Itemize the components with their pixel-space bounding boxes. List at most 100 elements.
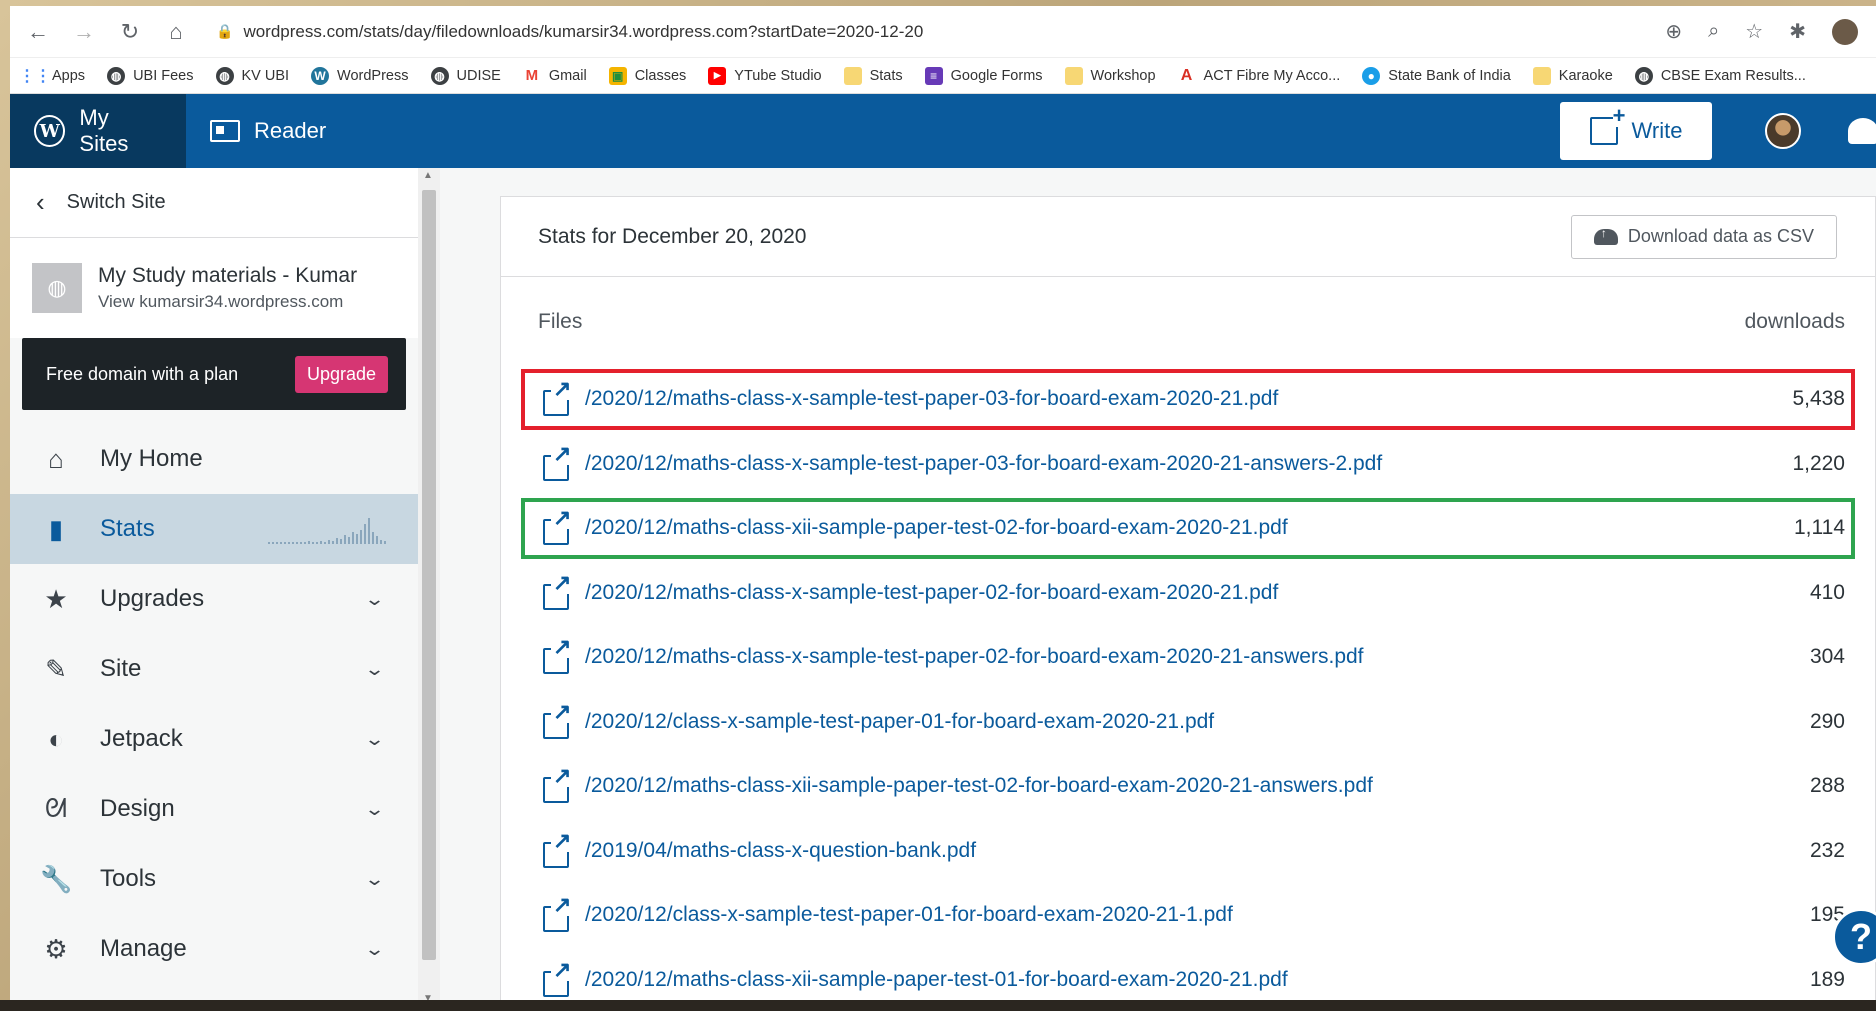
external-link-icon[interactable] bbox=[541, 765, 572, 804]
design-icon: ᘛ bbox=[44, 793, 68, 823]
chevron-down-icon[interactable]: ⌄ bbox=[364, 869, 385, 890]
sidebar-item-manage[interactable]: ⚙ Manage ⌄ bbox=[10, 914, 418, 984]
sidebar-item-stats[interactable]: ▮ Stats bbox=[10, 494, 418, 564]
my-sites-tab[interactable]: W My Sites bbox=[10, 94, 186, 168]
bookmark-item[interactable]: Stats bbox=[843, 66, 903, 85]
stats-sparkline bbox=[268, 510, 386, 544]
home-browser-icon[interactable]: ⌂ bbox=[162, 18, 190, 46]
sparkline-bar bbox=[360, 530, 362, 544]
zoom-icon[interactable]: ⌕ bbox=[1708, 20, 1719, 43]
download-count: 195 bbox=[1809, 903, 1845, 927]
bookmark-item[interactable]: W WordPress bbox=[311, 66, 409, 85]
classroom-icon: ▣ bbox=[608, 66, 627, 85]
sidebar-item-upgrades[interactable]: ★ Upgrades ⌄ bbox=[10, 564, 418, 634]
switch-site-link[interactable]: ‹ Switch Site bbox=[10, 168, 418, 238]
gear-icon: ⚙ bbox=[44, 933, 68, 964]
sparkline-bar bbox=[292, 542, 294, 544]
sidebar-item-label: Design bbox=[100, 795, 175, 822]
bookmark-item[interactable]: A ACT Fibre My Acco... bbox=[1178, 67, 1341, 85]
back-icon[interactable]: ← bbox=[24, 18, 52, 46]
file-link[interactable]: /2020/12/class-x-sample-test-paper-01-fo… bbox=[585, 710, 1751, 734]
file-link[interactable]: /2020/12/maths-class-x-sample-test-paper… bbox=[585, 581, 1751, 605]
sidebar: ‹ Switch Site ◍ My Study materials - Kum… bbox=[10, 168, 418, 1006]
file-link[interactable]: /2020/12/maths-class-x-sample-test-paper… bbox=[585, 452, 1751, 476]
scrollbar-thumb[interactable] bbox=[422, 190, 436, 960]
sidebar-item-design[interactable]: ᘛ Design ⌄ bbox=[10, 774, 418, 844]
external-link-icon[interactable] bbox=[541, 958, 572, 997]
external-link-icon[interactable] bbox=[541, 507, 572, 546]
table-row: /2020/12/class-x-sample-test-paper-01-fo… bbox=[519, 883, 1857, 948]
notifications-icon[interactable] bbox=[1848, 118, 1876, 144]
chevron-down-icon[interactable]: ⌄ bbox=[364, 939, 385, 960]
file-link[interactable]: /2020/12/maths-class-xii-sample-paper-te… bbox=[585, 516, 1751, 540]
write-button[interactable]: Write bbox=[1560, 102, 1712, 160]
url-field[interactable]: 🔒 wordpress.com/stats/day/filedownloads/… bbox=[208, 14, 1647, 50]
external-link-icon[interactable] bbox=[541, 378, 572, 417]
bookmark-item[interactable]: ≡ Google Forms bbox=[924, 66, 1043, 85]
external-link-icon[interactable] bbox=[541, 700, 572, 739]
file-link[interactable]: /2020/12/maths-class-xii-sample-paper-te… bbox=[585, 968, 1751, 992]
chevron-down-icon[interactable]: ⌄ bbox=[364, 659, 385, 680]
file-link[interactable]: /2020/12/maths-class-x-sample-test-paper… bbox=[585, 387, 1751, 411]
bookmark-item[interactable]: ● State Bank of India bbox=[1362, 66, 1511, 85]
site-card[interactable]: ◍ My Study materials - Kumar View kumars… bbox=[10, 238, 418, 338]
gmail-icon: M bbox=[525, 67, 539, 84]
sidebar-item-tools[interactable]: 🔧 Tools ⌄ bbox=[10, 844, 418, 914]
stats-card: Stats for December 20, 2020 Download dat… bbox=[500, 196, 1876, 1006]
bookmark-item[interactable]: ▣ Classes bbox=[608, 66, 687, 85]
bookmark-label: Classes bbox=[634, 67, 687, 84]
file-link[interactable]: /2019/04/maths-class-x-question-bank.pdf bbox=[585, 839, 1751, 863]
download-count: 304 bbox=[1809, 645, 1845, 669]
bookmark-item[interactable]: M Gmail bbox=[523, 67, 587, 85]
reader-tab[interactable]: Reader bbox=[186, 94, 350, 168]
stats-bars-icon: ▮ bbox=[48, 513, 64, 544]
bookmark-item[interactable]: ◍ CBSE Exam Results... bbox=[1634, 66, 1806, 85]
file-link[interactable]: /2020/12/class-x-sample-test-paper-01-fo… bbox=[585, 903, 1751, 927]
url-text: wordpress.com/stats/day/filedownloads/ku… bbox=[243, 21, 924, 41]
chevron-down-icon[interactable]: ⌄ bbox=[364, 799, 385, 820]
download-csv-button[interactable]: Download data as CSV bbox=[1570, 214, 1837, 259]
bookmark-item[interactable]: Workshop bbox=[1064, 66, 1156, 85]
external-link-icon[interactable] bbox=[541, 571, 572, 610]
bookmark-item[interactable]: ◍ UDISE bbox=[430, 66, 501, 85]
external-link-icon[interactable] bbox=[541, 829, 572, 868]
address-bar: ← → ↻ ⌂ 🔒 wordpress.com/stats/day/filedo… bbox=[10, 6, 1876, 58]
external-link-icon[interactable] bbox=[541, 442, 572, 481]
sparkline-bar bbox=[276, 542, 278, 544]
sparkline-bar bbox=[300, 542, 302, 544]
reload-icon[interactable]: ↻ bbox=[116, 18, 144, 46]
user-avatar[interactable] bbox=[1765, 113, 1801, 149]
extensions-icon[interactable]: ✱ bbox=[1789, 19, 1806, 44]
upsell-banner[interactable]: Free domain with a plan Upgrade bbox=[22, 338, 406, 410]
bookmark-item[interactable]: ◍ KV UBI bbox=[215, 66, 289, 85]
site-url[interactable]: View kumarsir34.wordpress.com bbox=[98, 292, 398, 312]
external-link-icon[interactable] bbox=[541, 894, 572, 933]
bookmark-item[interactable]: Karaoke bbox=[1532, 66, 1613, 85]
bookmark-star-icon[interactable]: ☆ bbox=[1745, 19, 1763, 44]
sparkline-bar bbox=[332, 541, 334, 544]
file-link[interactable]: /2020/12/maths-class-xii-sample-paper-te… bbox=[585, 774, 1751, 798]
chevron-down-icon[interactable]: ⌄ bbox=[364, 729, 385, 750]
scroll-up-icon[interactable]: ▲ bbox=[423, 170, 433, 181]
install-icon[interactable]: ⊕ bbox=[1665, 19, 1682, 44]
chevron-down-icon[interactable]: ⌄ bbox=[364, 589, 385, 610]
sidebar-scrollbar[interactable]: ▲ ▼ bbox=[418, 168, 440, 1006]
card-header: Stats for December 20, 2020 Download dat… bbox=[501, 197, 1875, 277]
wp-masterbar: W My Sites Reader Write bbox=[10, 94, 1876, 168]
sidebar-item-my-home[interactable]: ⌂ My Home bbox=[10, 424, 418, 494]
bookmark-item[interactable]: ▶ YTube Studio bbox=[708, 66, 822, 85]
external-link-icon[interactable] bbox=[541, 636, 572, 675]
sparkline-bar bbox=[356, 534, 358, 544]
sidebar-item-jetpack[interactable]: ◐ Jetpack ⌄ bbox=[10, 704, 418, 774]
file-link[interactable]: /2020/12/maths-class-x-sample-test-paper… bbox=[585, 645, 1751, 669]
upgrade-button[interactable]: Upgrade bbox=[294, 355, 388, 393]
sparkline-bar bbox=[384, 541, 386, 544]
table-row: /2020/12/maths-class-x-sample-test-paper… bbox=[519, 625, 1857, 690]
sidebar-item-site[interactable]: ✎ Site ⌄ bbox=[10, 634, 418, 704]
bookmark-item[interactable]: ⋮⋮ Apps bbox=[19, 67, 85, 85]
bookmark-item[interactable]: ◍ UBI Fees bbox=[107, 66, 194, 85]
write-label: Write bbox=[1631, 118, 1683, 143]
forward-icon[interactable]: → bbox=[70, 18, 98, 46]
bookmark-label: State Bank of India bbox=[1388, 67, 1511, 84]
profile-avatar[interactable] bbox=[1832, 18, 1858, 45]
